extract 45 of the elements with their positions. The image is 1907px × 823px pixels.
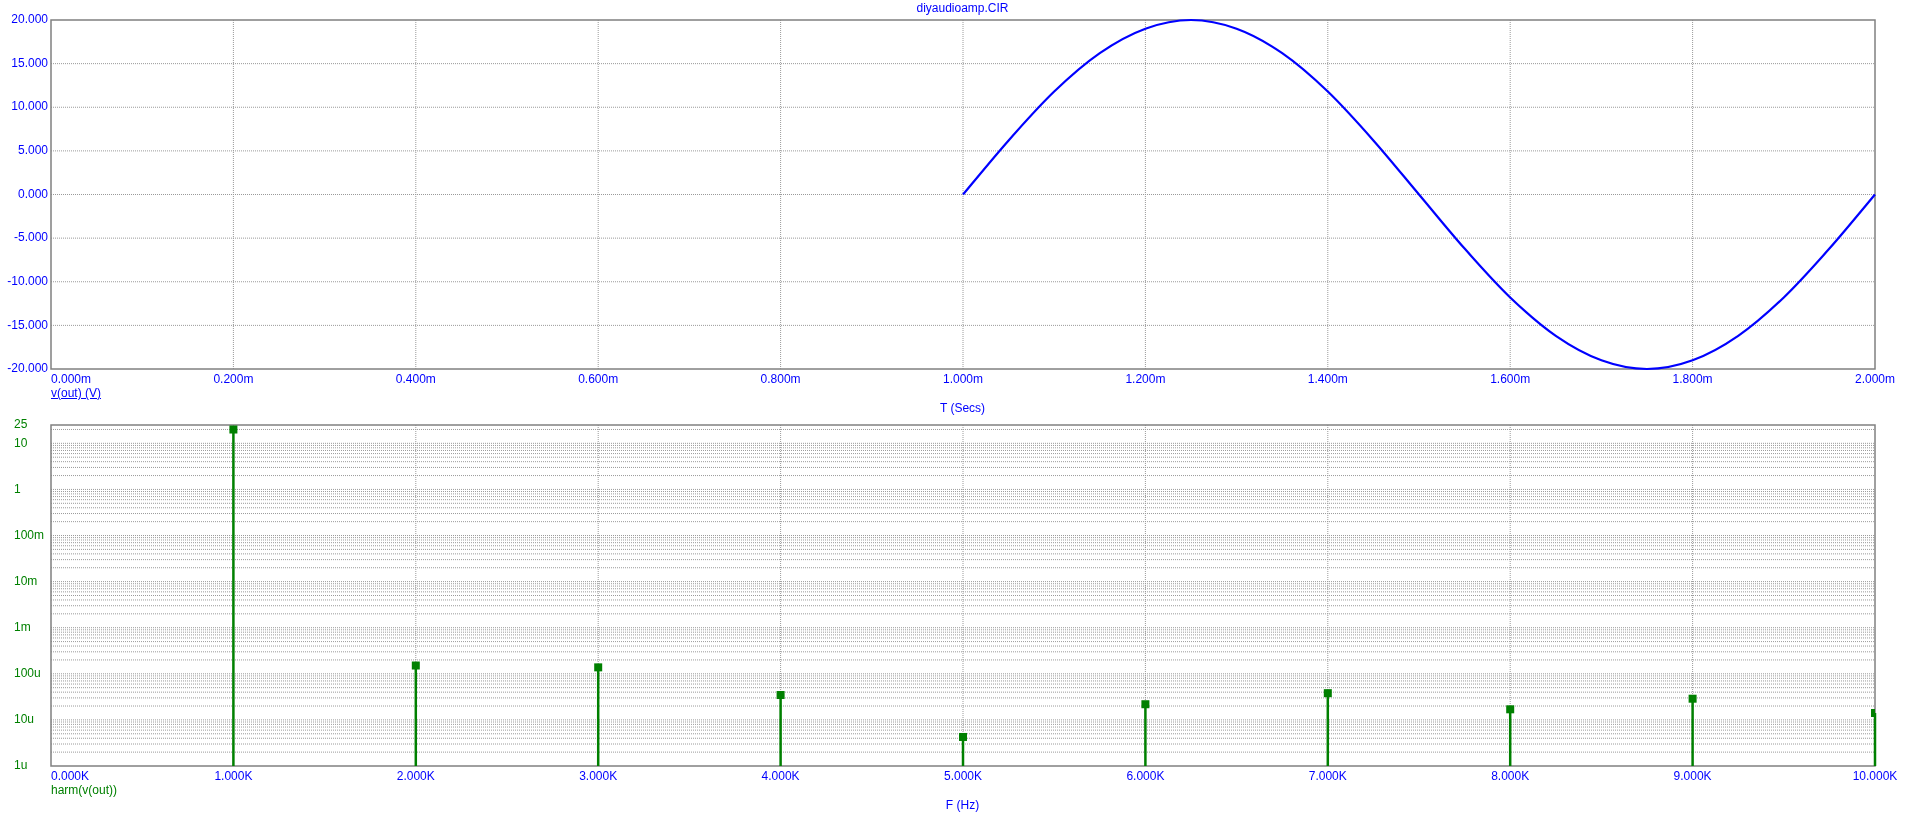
trace-label: v(out) (V) [51,386,101,400]
x-tick-label: 9.000K [1673,769,1712,783]
y-tick-label: 10m [14,573,38,588]
x-tick-label: 10.000K [1852,769,1898,783]
x-tick-label: 1.400m [1307,372,1348,386]
x-tick-label: 1.000m [943,372,983,386]
x-tick-label: 5.000K [944,769,982,783]
y-tick-label: -20.000 [7,361,48,376]
x-tick-label: 0.600m [578,372,619,386]
y-tick-label: 20.000 [11,12,48,27]
x-axis-title: F (Hz) [945,798,980,813]
x-tick-label: 1.000K [214,769,253,783]
x-tick-label: 1.600m [1490,372,1531,386]
x-axis-title: T (Secs) [939,401,986,416]
x-tick-label: 4.000K [761,769,800,783]
x-tick-label: 2.000K [396,769,435,783]
trace-label: harm(v(out)) [51,783,117,797]
x-tick-label: 0.000K [51,769,90,783]
y-tick-label: 10.000 [11,99,48,114]
y-tick-label: 15.000 [11,55,48,70]
x-tick-label: 0.200m [213,372,254,386]
y-tick-label: 10u [14,712,35,727]
y-tick-label: 5.000 [17,143,48,158]
y-tick-label: 1 [14,481,21,496]
y-tick-label: -10.000 [7,273,48,288]
x-tick-label: 1.800m [1672,372,1713,386]
x-tick-label: 1.200m [1125,372,1166,386]
y-tick-label: 1m [14,619,31,634]
y-tick-label: -15.000 [7,317,48,332]
x-tick-label: 7.000K [1308,769,1347,783]
y-tick-label: 1u [14,758,28,773]
x-tick-label: 0.800m [760,372,801,386]
y-tick-label: 0.000 [17,186,48,201]
y-tick-label: 100u [14,666,41,680]
x-tick-label: 0.000m [51,372,92,386]
y-tick-label: 25 [14,417,28,432]
y-tick-label: 10 [14,435,28,450]
x-tick-label: 6.000K [1126,769,1165,783]
y-tick-label: -5.000 [13,230,48,245]
x-tick-label: 2.000m [1855,372,1895,386]
x-tick-label: 3.000K [579,769,618,783]
x-tick-label: 0.400m [395,372,436,386]
x-tick-label: 8.000K [1491,769,1530,783]
y-tick-label: 100m [14,527,45,542]
plot-title: diyaudioamp.CIR [916,0,1009,16]
